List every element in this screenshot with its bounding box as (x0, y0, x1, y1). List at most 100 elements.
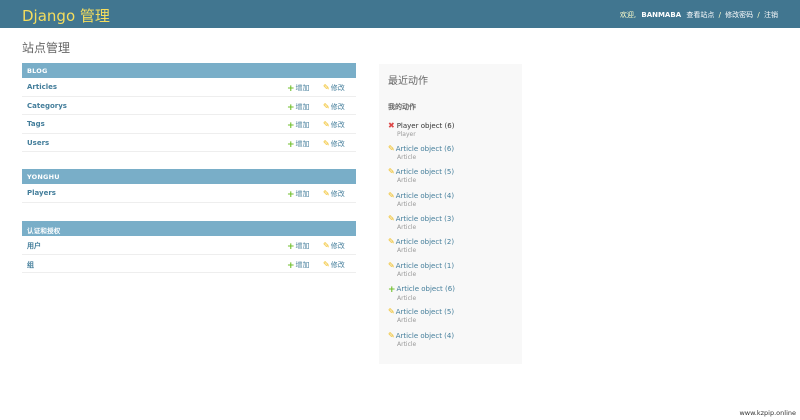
add-icon: + (287, 190, 295, 200)
model-link-users-auth[interactable]: 用户 (27, 241, 41, 251)
action-object-link[interactable]: Article object (2) (396, 238, 454, 246)
model-link-tags[interactable]: Tags (27, 120, 45, 128)
pencil-icon: ✎ (323, 101, 330, 111)
pencil-icon: ✎ (388, 261, 395, 270)
add-label: 增加 (295, 242, 310, 250)
pencil-icon: ✎ (388, 307, 395, 316)
module-yonghu: YONGHU Players +增加 ✎修改 (22, 169, 356, 203)
change-link[interactable]: ✎修改 (323, 102, 345, 112)
add-icon: + (388, 285, 396, 295)
add-icon: + (287, 102, 295, 113)
list-item: ✎Article object (2) Article (388, 237, 518, 254)
recent-actions-title: 最近动作 (388, 76, 428, 87)
table-row: Users +增加 ✎修改 (22, 134, 356, 152)
delete-icon: ✖ (388, 121, 395, 130)
change-label: 修改 (330, 121, 345, 129)
list-item: ✎Article object (5) Article (388, 307, 518, 324)
pencil-icon: ✎ (388, 144, 395, 153)
change-label: 修改 (330, 84, 345, 92)
add-link[interactable]: +增加 (287, 120, 310, 131)
action-object-link[interactable]: Article object (4) (396, 192, 454, 200)
model-link-groups[interactable]: 组 (27, 260, 34, 270)
my-actions-subtitle: 我的动作 (388, 103, 416, 111)
action-type: Article (397, 154, 417, 161)
welcome-text: 欢迎, (619, 11, 637, 19)
action-object-link[interactable]: Article object (5) (396, 168, 454, 176)
change-label: 修改 (330, 102, 345, 111)
model-link-articles[interactable]: Articles (27, 83, 57, 91)
recent-actions-panel: 最近动作 我的动作 ✖ Player object (6) Player ✎Art… (379, 64, 522, 364)
pencil-icon: ✎ (388, 237, 395, 246)
pencil-icon: ✎ (323, 138, 330, 148)
add-icon: + (287, 260, 295, 271)
page-title: 站点管理 (22, 41, 71, 55)
table-row: 用户 +增加 ✎修改 (22, 236, 356, 255)
table-row: 组 +增加 ✎修改 (22, 255, 356, 273)
list-item: ✖ Player object (6) Player (388, 121, 518, 138)
model-link-categorys[interactable]: Categorys (27, 102, 67, 110)
add-link[interactable]: +增加 (287, 241, 310, 252)
module-caption[interactable]: BLOG (22, 63, 356, 78)
header-bar: Django 管理 欢迎, BANMABA 查看站点 / 修改密码 / 注销 (0, 0, 800, 28)
action-object-link[interactable]: Article object (4) (396, 332, 454, 340)
model-link-users[interactable]: Users (27, 139, 49, 147)
change-label: 修改 (330, 190, 345, 198)
action-object-link[interactable]: Article object (6) (396, 145, 454, 153)
add-icon: + (287, 121, 295, 131)
action-object-link[interactable]: Article object (5) (396, 308, 454, 316)
list-item: ✎Article object (5) Article (388, 167, 518, 184)
add-link[interactable]: +增加 (287, 139, 310, 150)
add-icon: + (287, 84, 295, 94)
change-link[interactable]: ✎修改 (323, 120, 345, 130)
separator: / (757, 11, 760, 19)
change-link[interactable]: ✎修改 (323, 139, 345, 149)
add-link[interactable]: +增加 (287, 83, 310, 94)
change-label: 修改 (330, 242, 345, 250)
add-link[interactable]: +增加 (287, 102, 310, 113)
module-blog: BLOG Articles +增加 ✎修改 Categorys +增加 ✎修改 … (22, 63, 356, 152)
username: BANMABA (641, 11, 682, 19)
pencil-icon: ✎ (323, 241, 330, 250)
view-site-link[interactable]: 查看站点 (686, 11, 714, 19)
action-object: Player object (6) (396, 122, 455, 130)
change-link[interactable]: ✎修改 (323, 189, 345, 199)
pencil-icon: ✎ (388, 214, 395, 223)
action-type: Article (397, 341, 417, 348)
pencil-icon: ✎ (323, 83, 330, 92)
action-object-link[interactable]: Article object (3) (396, 215, 454, 223)
pencil-icon: ✎ (388, 167, 395, 176)
list-item: ✎Article object (6) Article (388, 144, 518, 161)
add-label: 增加 (295, 121, 310, 129)
list-item: ✎Article object (1) Article (388, 261, 518, 278)
add-label: 增加 (295, 260, 310, 269)
list-item: ✎Article object (4) Article (388, 331, 518, 348)
table-row: Categorys +增加 ✎修改 (22, 97, 356, 115)
add-label: 增加 (295, 102, 310, 111)
add-link[interactable]: +增加 (287, 189, 310, 200)
table-row: Tags +增加 ✎修改 (22, 115, 356, 134)
pencil-icon: ✎ (388, 331, 395, 340)
change-link[interactable]: ✎修改 (323, 83, 345, 93)
change-link[interactable]: ✎修改 (323, 241, 345, 251)
table-row: Articles +增加 ✎修改 (22, 78, 356, 97)
model-link-players[interactable]: Players (27, 189, 56, 197)
list-item: +Article object (6) Article (388, 284, 518, 302)
logout-link[interactable]: 注销 (764, 11, 778, 19)
action-type: Article (397, 177, 417, 184)
table-row: Players +增加 ✎修改 (22, 184, 356, 203)
change-label: 修改 (330, 260, 345, 269)
add-link[interactable]: +增加 (287, 260, 310, 271)
action-object-link[interactable]: Article object (1) (396, 262, 454, 270)
module-caption[interactable]: 认证和授权 (22, 221, 356, 236)
pencil-icon: ✎ (323, 120, 330, 129)
site-brand[interactable]: Django 管理 (22, 5, 110, 26)
action-type: Article (397, 201, 417, 208)
change-link[interactable]: ✎修改 (323, 260, 345, 270)
module-caption[interactable]: YONGHU (22, 169, 356, 184)
action-type: Player (397, 131, 416, 138)
action-object-link[interactable]: Article object (6) (397, 285, 455, 293)
separator: / (718, 11, 721, 19)
change-password-link[interactable]: 修改密码 (725, 11, 753, 19)
add-label: 增加 (295, 84, 310, 92)
add-icon: + (287, 139, 295, 150)
